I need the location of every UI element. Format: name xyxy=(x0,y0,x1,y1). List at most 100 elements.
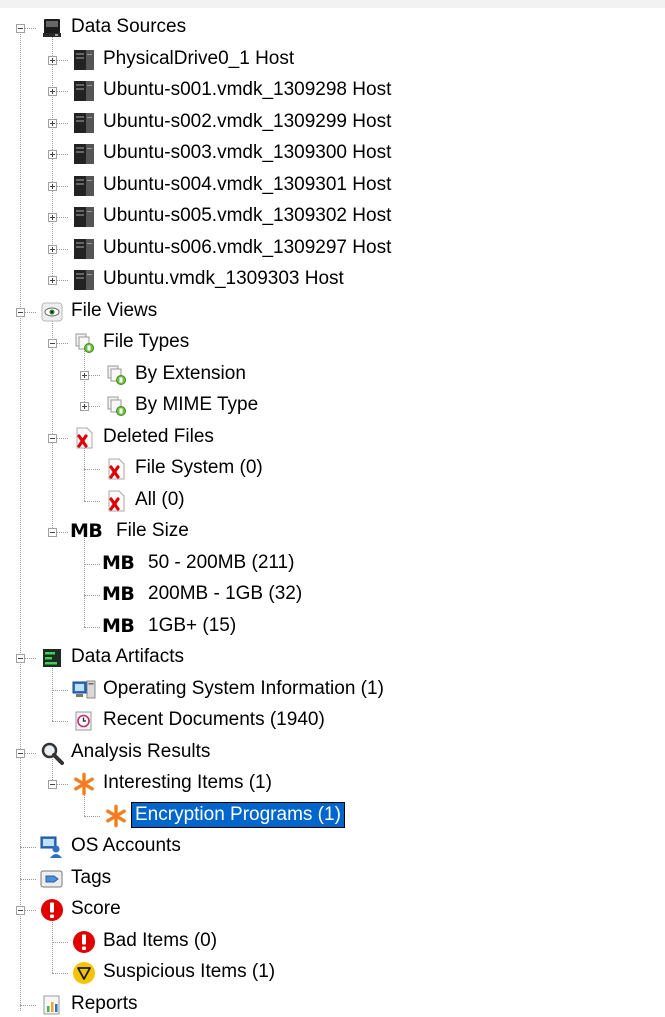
file-types-icon xyxy=(104,363,128,387)
expand-icon[interactable] xyxy=(48,150,57,159)
expand-icon[interactable] xyxy=(48,181,57,191)
eye-icon xyxy=(40,300,64,324)
tree-node-deleted-all[interactable]: All (0) xyxy=(132,488,188,512)
tree-node-by-mime-type[interactable]: By MIME Type xyxy=(132,393,261,417)
tree-node-ubuntu-vmdk-host[interactable]: Ubuntu.vmdk_1309303 Host xyxy=(100,267,347,291)
tree-node-analysis-results[interactable]: Analysis Results xyxy=(68,740,213,764)
tree-node-reports[interactable]: Reports xyxy=(68,992,141,1016)
host-server-icon xyxy=(72,142,96,166)
file-types-icon xyxy=(104,394,128,418)
data-artifacts-icon xyxy=(40,646,64,670)
host-server-icon xyxy=(72,79,96,103)
tree-node-encryption-programs[interactable]: Encryption Programs (1) xyxy=(131,801,345,828)
tag-icon xyxy=(40,867,64,891)
collapse-icon[interactable] xyxy=(16,906,25,915)
recent-document-icon xyxy=(72,709,96,733)
tree-guide-line xyxy=(52,664,53,721)
collapse-icon[interactable] xyxy=(16,748,25,758)
asterisk-icon xyxy=(72,772,96,796)
collapse-icon[interactable] xyxy=(48,780,57,789)
mb-icon-text: MB xyxy=(102,583,135,605)
expand-icon[interactable] xyxy=(48,87,57,96)
tree-node-size-1gb-plus[interactable]: 1GB+ (15) xyxy=(145,614,239,638)
tree-connector xyxy=(20,878,36,880)
expand-icon[interactable] xyxy=(80,402,89,411)
mb-icon: MB xyxy=(102,614,135,638)
expand-icon[interactable] xyxy=(48,55,57,65)
mb-icon: MB xyxy=(102,551,135,575)
tree-node-by-extension[interactable]: By Extension xyxy=(132,362,249,386)
tree-connector xyxy=(52,973,68,974)
tree-node-ubuntu-s004-host[interactable]: Ubuntu-s004.vmdk_1309301 Host xyxy=(100,173,394,197)
file-types-icon xyxy=(72,331,96,355)
tree-node-ubuntu-s002-host[interactable]: Ubuntu-s002.vmdk_1309299 Host xyxy=(100,110,394,134)
tree-node-ubuntu-s003-host[interactable]: Ubuntu-s003.vmdk_1309300 Host xyxy=(100,141,394,165)
expand-icon[interactable] xyxy=(48,244,57,254)
tree-connector xyxy=(84,595,100,596)
mb-icon-text: MB xyxy=(70,520,103,542)
collapse-icon[interactable] xyxy=(48,528,57,537)
tree-node-bad-items[interactable]: Bad Items (0) xyxy=(100,929,220,953)
mb-icon-text: MB xyxy=(102,551,135,574)
deleted-file-icon xyxy=(104,457,128,481)
tree-node-deleted-file-system[interactable]: File System (0) xyxy=(132,456,266,480)
tree-node-data-sources[interactable]: Data Sources xyxy=(68,15,189,39)
host-server-icon xyxy=(72,48,96,72)
tree-node-ubuntu-s001-host[interactable]: Ubuntu-s001.vmdk_1309298 Host xyxy=(100,78,394,102)
tree-connector xyxy=(52,689,68,691)
tree-node-file-types[interactable]: File Types xyxy=(100,330,192,354)
host-server-icon xyxy=(72,111,96,135)
host-server-icon xyxy=(72,174,96,198)
mb-icon-text: MB xyxy=(102,614,135,637)
tree-node-interesting-items[interactable]: Interesting Items (1) xyxy=(100,771,275,795)
tree-node-os-information[interactable]: Operating System Information (1) xyxy=(100,677,387,701)
exclamation-icon xyxy=(40,898,64,922)
tree-connector xyxy=(20,847,36,848)
asterisk-icon xyxy=(104,804,128,828)
exclamation-icon xyxy=(72,930,96,954)
tree-node-recent-documents[interactable]: Recent Documents (1940) xyxy=(100,708,328,732)
tree-node-os-accounts[interactable]: OS Accounts xyxy=(68,834,184,858)
tree-connector xyxy=(84,815,100,817)
tree-node-data-artifacts[interactable]: Data Artifacts xyxy=(68,645,187,669)
tree-node-ubuntu-s005-host[interactable]: Ubuntu-s005.vmdk_1309302 Host xyxy=(100,204,394,228)
tree-connector xyxy=(52,941,68,943)
report-icon xyxy=(40,993,64,1017)
tree-view[interactable]: Data Sources PhysicalDrive0_1 Host Ubuntu-… xyxy=(0,0,665,1014)
expand-icon[interactable] xyxy=(48,118,57,128)
tree-connector xyxy=(84,500,100,502)
tree-connector xyxy=(20,1004,36,1006)
tree-node-suspicious-items[interactable]: Suspicious Items (1) xyxy=(100,960,278,984)
collapse-icon[interactable] xyxy=(16,24,25,33)
tree-node-size-50-200mb[interactable]: 50 - 200MB (211) xyxy=(145,551,297,575)
collapse-icon[interactable] xyxy=(48,433,57,443)
mb-icon: MB xyxy=(70,519,103,543)
expand-icon[interactable] xyxy=(80,370,89,380)
tree-node-tags[interactable]: Tags xyxy=(68,866,114,890)
collapse-icon[interactable] xyxy=(16,654,25,663)
host-server-icon xyxy=(72,268,96,292)
tree-node-ubuntu-s006-host[interactable]: Ubuntu-s006.vmdk_1309297 Host xyxy=(100,236,394,260)
warning-triangle-icon xyxy=(72,961,96,985)
hard-disk-icon xyxy=(40,16,64,40)
tree-node-file-size[interactable]: File Size xyxy=(113,519,192,543)
collapse-icon[interactable] xyxy=(16,307,25,317)
tree-node-size-200mb-1gb[interactable]: 200MB - 1GB (32) xyxy=(145,582,305,606)
tree-connector xyxy=(84,626,100,628)
tree-guide-line xyxy=(20,34,21,1011)
tree-connector xyxy=(52,721,68,722)
computer-icon xyxy=(72,678,96,702)
tree-node-score[interactable]: Score xyxy=(68,897,124,921)
host-server-icon xyxy=(72,205,96,229)
host-server-icon xyxy=(72,237,96,261)
deleted-file-icon xyxy=(104,489,128,513)
tree-connector xyxy=(84,563,100,565)
expand-icon[interactable] xyxy=(48,213,57,222)
tree-node-deleted-files[interactable]: Deleted Files xyxy=(100,425,217,449)
tree-guide-line xyxy=(84,443,85,501)
tree-node-file-views[interactable]: File Views xyxy=(68,299,160,323)
expand-icon[interactable] xyxy=(48,276,57,285)
deleted-file-icon xyxy=(72,426,96,450)
tree-node-physicaldrive0-1-host[interactable]: PhysicalDrive0_1 Host xyxy=(100,47,297,71)
collapse-icon[interactable] xyxy=(48,339,57,348)
